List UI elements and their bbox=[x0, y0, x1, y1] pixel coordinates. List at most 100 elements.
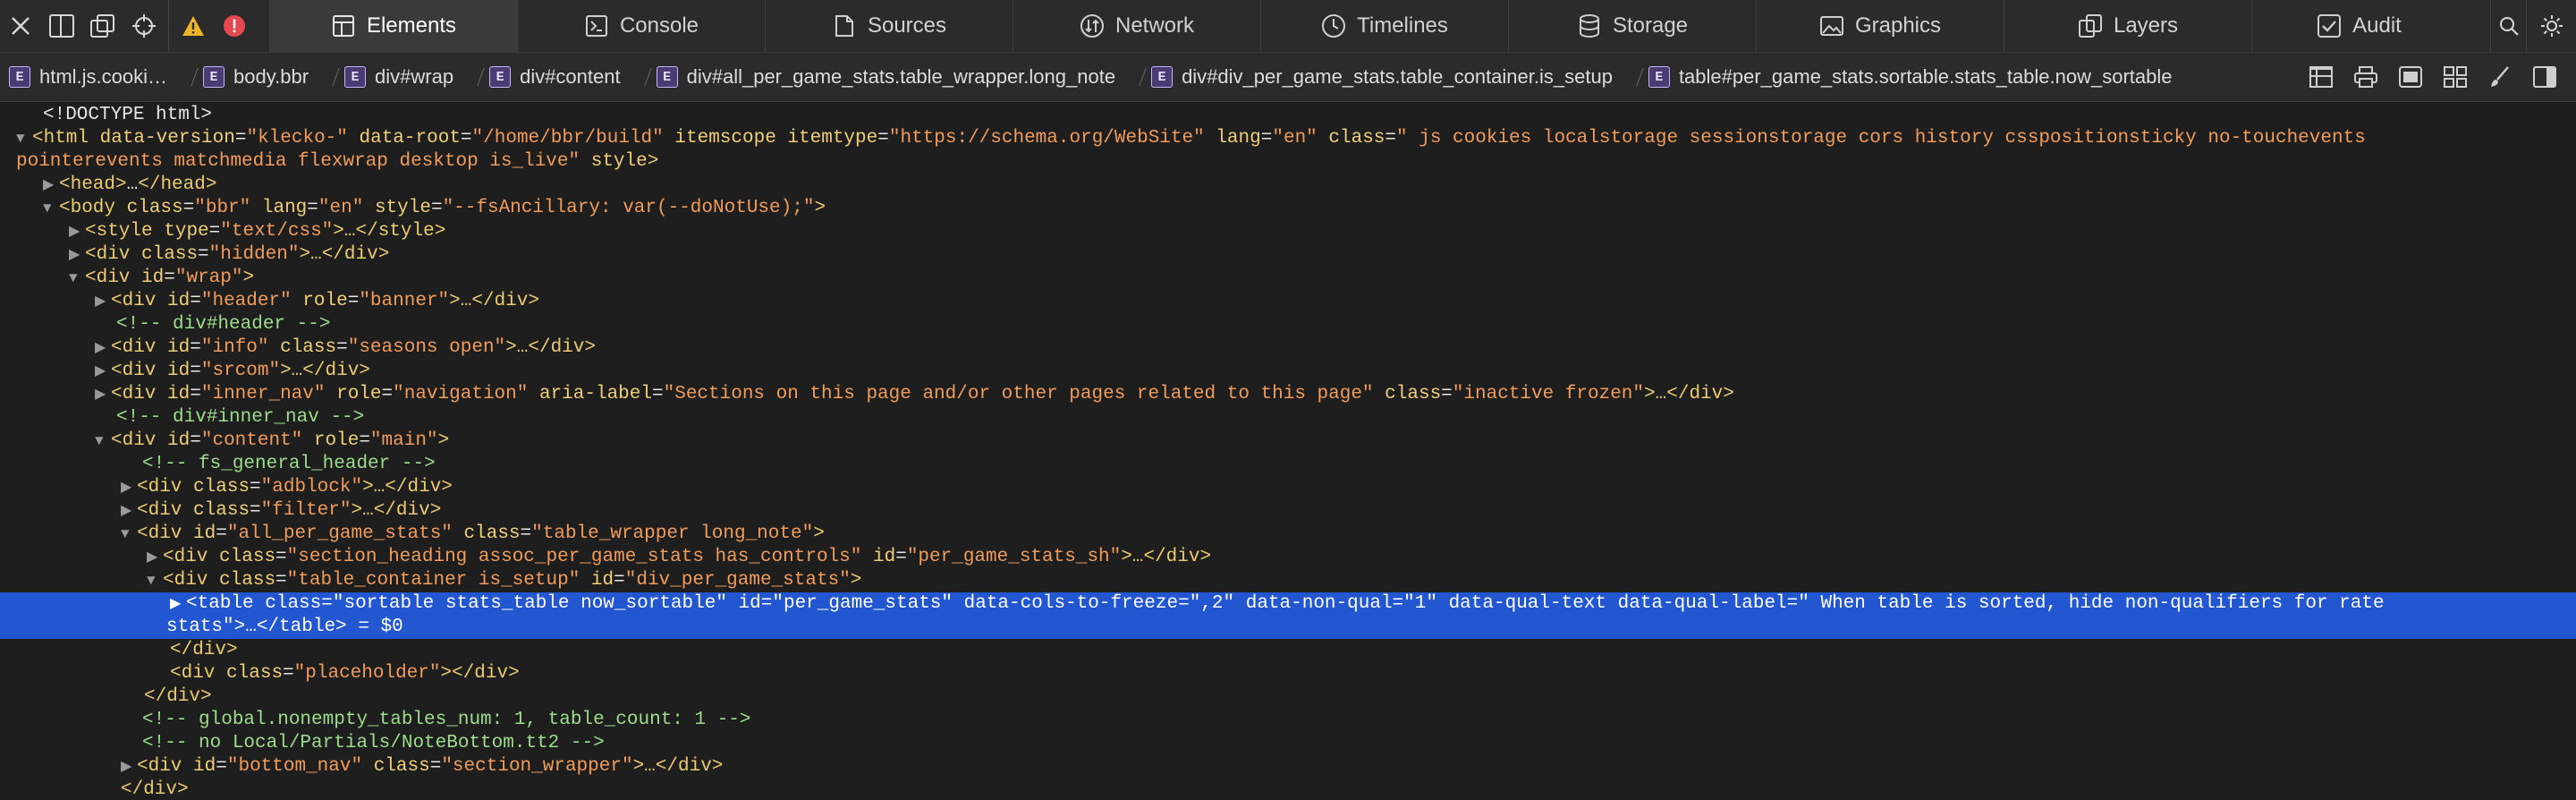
dom-node-content[interactable]: ▼ <div id="content" role="main"> bbox=[0, 430, 2576, 453]
dom-node-comment[interactable]: <!-- no Local/Partials/NoteBottom.tt2 --… bbox=[0, 732, 2576, 755]
tab-audit[interactable]: Audit bbox=[2251, 0, 2466, 52]
disclosure-expanded-icon[interactable]: ▼ bbox=[69, 267, 85, 290]
tab-layers[interactable]: Layers bbox=[2004, 0, 2251, 52]
dom-node-comment[interactable]: <!-- div#inner_nav --> bbox=[0, 406, 2576, 430]
dom-node-html[interactable]: ▼ <html data-version="klecko-" data-root=… bbox=[0, 127, 2576, 150]
disclosure-collapsed-icon[interactable]: ▶ bbox=[121, 755, 137, 779]
disclosure-collapsed-icon[interactable]: ▶ bbox=[147, 546, 163, 569]
dom-node-wrap[interactable]: ▼ <div id="wrap"> bbox=[0, 267, 2576, 290]
dom-node-style[interactable]: ▶ <style type="text/css">…</style> bbox=[0, 220, 2576, 243]
tab-elements[interactable]: Elements bbox=[269, 0, 517, 52]
search-icon[interactable] bbox=[2490, 0, 2526, 52]
breadcrumb-item[interactable]: Etable#per_game_stats.sortable.stats_tab… bbox=[1648, 65, 2189, 89]
element-picker-icon[interactable] bbox=[123, 0, 165, 52]
breadcrumb: Ehtml.js.cooki… Ebody.bbr Ediv#wrap Ediv… bbox=[0, 53, 2576, 102]
dom-node-bottom-nav[interactable]: ▶ <div id="bottom_nav" class="section_wra… bbox=[0, 755, 2576, 779]
element-badge-icon: E bbox=[9, 66, 30, 88]
dom-node-all-per-game-stats[interactable]: ▼ <div id="all_per_game_stats" class="tab… bbox=[0, 523, 2576, 546]
tab-graphics[interactable]: Graphics bbox=[1756, 0, 2004, 52]
disclosure-expanded-icon[interactable]: ▼ bbox=[95, 430, 111, 453]
dock-side-icon[interactable] bbox=[41, 0, 82, 52]
element-badge-icon: E bbox=[656, 66, 678, 88]
breadcrumb-label: html.js.cooki… bbox=[39, 65, 168, 88]
dom-node-head[interactable]: ▶ <head>…</head> bbox=[0, 174, 2576, 197]
dom-node-close[interactable]: </div> bbox=[0, 639, 2576, 662]
breadcrumb-item[interactable]: Ediv#div_per_game_stats.table_container.… bbox=[1151, 65, 1629, 89]
dom-node-body[interactable]: ▼ <body class="bbr" lang="en" style="--fs… bbox=[0, 197, 2576, 220]
tab-network[interactable]: Network bbox=[1013, 0, 1260, 52]
dom-node-header[interactable]: ▶ <div id="header" role="banner">…</div> bbox=[0, 290, 2576, 313]
tab-sources[interactable]: Sources bbox=[765, 0, 1013, 52]
toolbar-divider bbox=[168, 0, 169, 52]
dom-node-placeholder[interactable]: <div class="placeholder"></div> bbox=[0, 662, 2576, 685]
disclosure-collapsed-icon[interactable]: ▶ bbox=[95, 290, 111, 313]
dom-node-table-selected[interactable]: ▶ <table class="sortable stats_table now_… bbox=[0, 592, 2576, 616]
disclosure-collapsed-icon[interactable]: ▶ bbox=[121, 476, 137, 499]
tab-label: Timelines bbox=[1357, 13, 1448, 38]
dom-node-srcom[interactable]: ▶ <div id="srcom">…</div> bbox=[0, 360, 2576, 383]
disclosure-expanded-icon[interactable]: ▼ bbox=[16, 127, 32, 150]
disclosure-collapsed-icon[interactable]: ▶ bbox=[95, 383, 111, 406]
dom-node-filter[interactable]: ▶ <div class="filter">…</div> bbox=[0, 499, 2576, 523]
dom-node-table-container[interactable]: ▼ <div class="table_container is_setup" i… bbox=[0, 569, 2576, 592]
console-icon bbox=[584, 13, 609, 38]
print-icon[interactable] bbox=[2352, 64, 2379, 90]
element-badge-icon: E bbox=[203, 66, 225, 88]
tab-label: Elements bbox=[366, 13, 457, 38]
tab-storage[interactable]: Storage bbox=[1508, 0, 1756, 52]
disclosure-collapsed-icon[interactable]: ▶ bbox=[121, 499, 137, 523]
breadcrumb-item[interactable]: Ediv#wrap bbox=[344, 65, 470, 89]
details-sidebar-icon[interactable] bbox=[2531, 64, 2558, 90]
close-icon[interactable] bbox=[0, 0, 41, 52]
disclosure-expanded-icon[interactable]: ▼ bbox=[43, 197, 59, 220]
disclosure-expanded-icon[interactable]: ▼ bbox=[121, 523, 137, 546]
dom-node-hidden[interactable]: ▶ <div class="hidden">…</div> bbox=[0, 243, 2576, 267]
dom-node-comment[interactable]: <!-- global.nonempty_tables_num: 1, tabl… bbox=[0, 709, 2576, 732]
disclosure-collapsed-icon[interactable]: ▶ bbox=[69, 243, 85, 267]
breadcrumb-item[interactable]: Ediv#all_per_game_stats.table_wrapper.lo… bbox=[656, 65, 1131, 89]
breadcrumb-label: div#wrap bbox=[375, 65, 454, 88]
breadcrumb-separator bbox=[325, 64, 334, 89]
dom-node-doctype[interactable]: <!DOCTYPE html> bbox=[0, 104, 2576, 127]
disclosure-collapsed-icon[interactable]: ▶ bbox=[69, 220, 85, 243]
grid-overlay-icon[interactable] bbox=[2308, 64, 2334, 90]
dom-node-info[interactable]: ▶ <div id="info" class="seasons open">…</… bbox=[0, 336, 2576, 360]
paint-brush-icon[interactable] bbox=[2487, 64, 2513, 90]
settings-gear-icon[interactable] bbox=[2526, 0, 2576, 52]
tab-label: Storage bbox=[1612, 13, 1689, 38]
disclosure-collapsed-icon[interactable]: ▶ bbox=[170, 592, 186, 616]
undock-icon[interactable] bbox=[82, 0, 123, 52]
error-icon[interactable] bbox=[214, 0, 255, 52]
dom-node-adblock[interactable]: ▶ <div class="adblock">…</div> bbox=[0, 476, 2576, 499]
element-badge-icon: E bbox=[1151, 66, 1174, 88]
compositing-borders-icon[interactable] bbox=[2397, 64, 2424, 90]
breadcrumb-label: div#all_per_game_stats.table_wrapper.lon… bbox=[686, 65, 1116, 88]
breadcrumb-label: div#content bbox=[520, 65, 621, 88]
breadcrumb-item[interactable]: Ediv#content bbox=[489, 65, 637, 89]
dom-node-inner-nav[interactable]: ▶ <div id="inner_nav" role="navigation" a… bbox=[0, 383, 2576, 406]
disclosure-collapsed-icon[interactable]: ▶ bbox=[95, 336, 111, 360]
dom-node-comment[interactable]: <!-- fs_general_header --> bbox=[0, 453, 2576, 476]
breadcrumb-separator bbox=[1131, 64, 1140, 89]
dom-node-section-heading[interactable]: ▶ <div class="section_heading assoc_per_g… bbox=[0, 546, 2576, 569]
storage-icon bbox=[1577, 13, 1602, 38]
dom-node-close[interactable]: </div> bbox=[0, 685, 2576, 709]
element-badge-icon: E bbox=[344, 66, 367, 88]
breadcrumb-item[interactable]: Ebody.bbr bbox=[203, 65, 325, 89]
dom-node-table-selected-cont[interactable]: stats">…</table> = $0 bbox=[0, 616, 2576, 639]
layers-icon bbox=[2078, 13, 2103, 38]
tab-label: Graphics bbox=[1854, 13, 1942, 38]
dom-node-close[interactable]: </div> bbox=[0, 779, 2576, 800]
element-badge-icon: E bbox=[1648, 66, 1670, 88]
disclosure-collapsed-icon[interactable]: ▶ bbox=[95, 360, 111, 383]
breadcrumb-item[interactable]: Ehtml.js.cooki… bbox=[9, 65, 183, 89]
disclosure-collapsed-icon[interactable]: ▶ bbox=[43, 174, 59, 197]
devtools-tab-bar: Elements Console Sources Network Timelin… bbox=[0, 0, 2576, 53]
disclosure-expanded-icon[interactable]: ▼ bbox=[147, 569, 163, 592]
breadcrumb-label: div#div_per_game_stats.table_container.i… bbox=[1182, 65, 1613, 88]
tab-timelines[interactable]: Timelines bbox=[1260, 0, 1508, 52]
dom-node-comment[interactable]: <!-- div#header --> bbox=[0, 313, 2576, 336]
warning-icon[interactable] bbox=[173, 0, 214, 52]
layout-grid-icon[interactable] bbox=[2442, 64, 2469, 90]
tab-console[interactable]: Console bbox=[517, 0, 765, 52]
